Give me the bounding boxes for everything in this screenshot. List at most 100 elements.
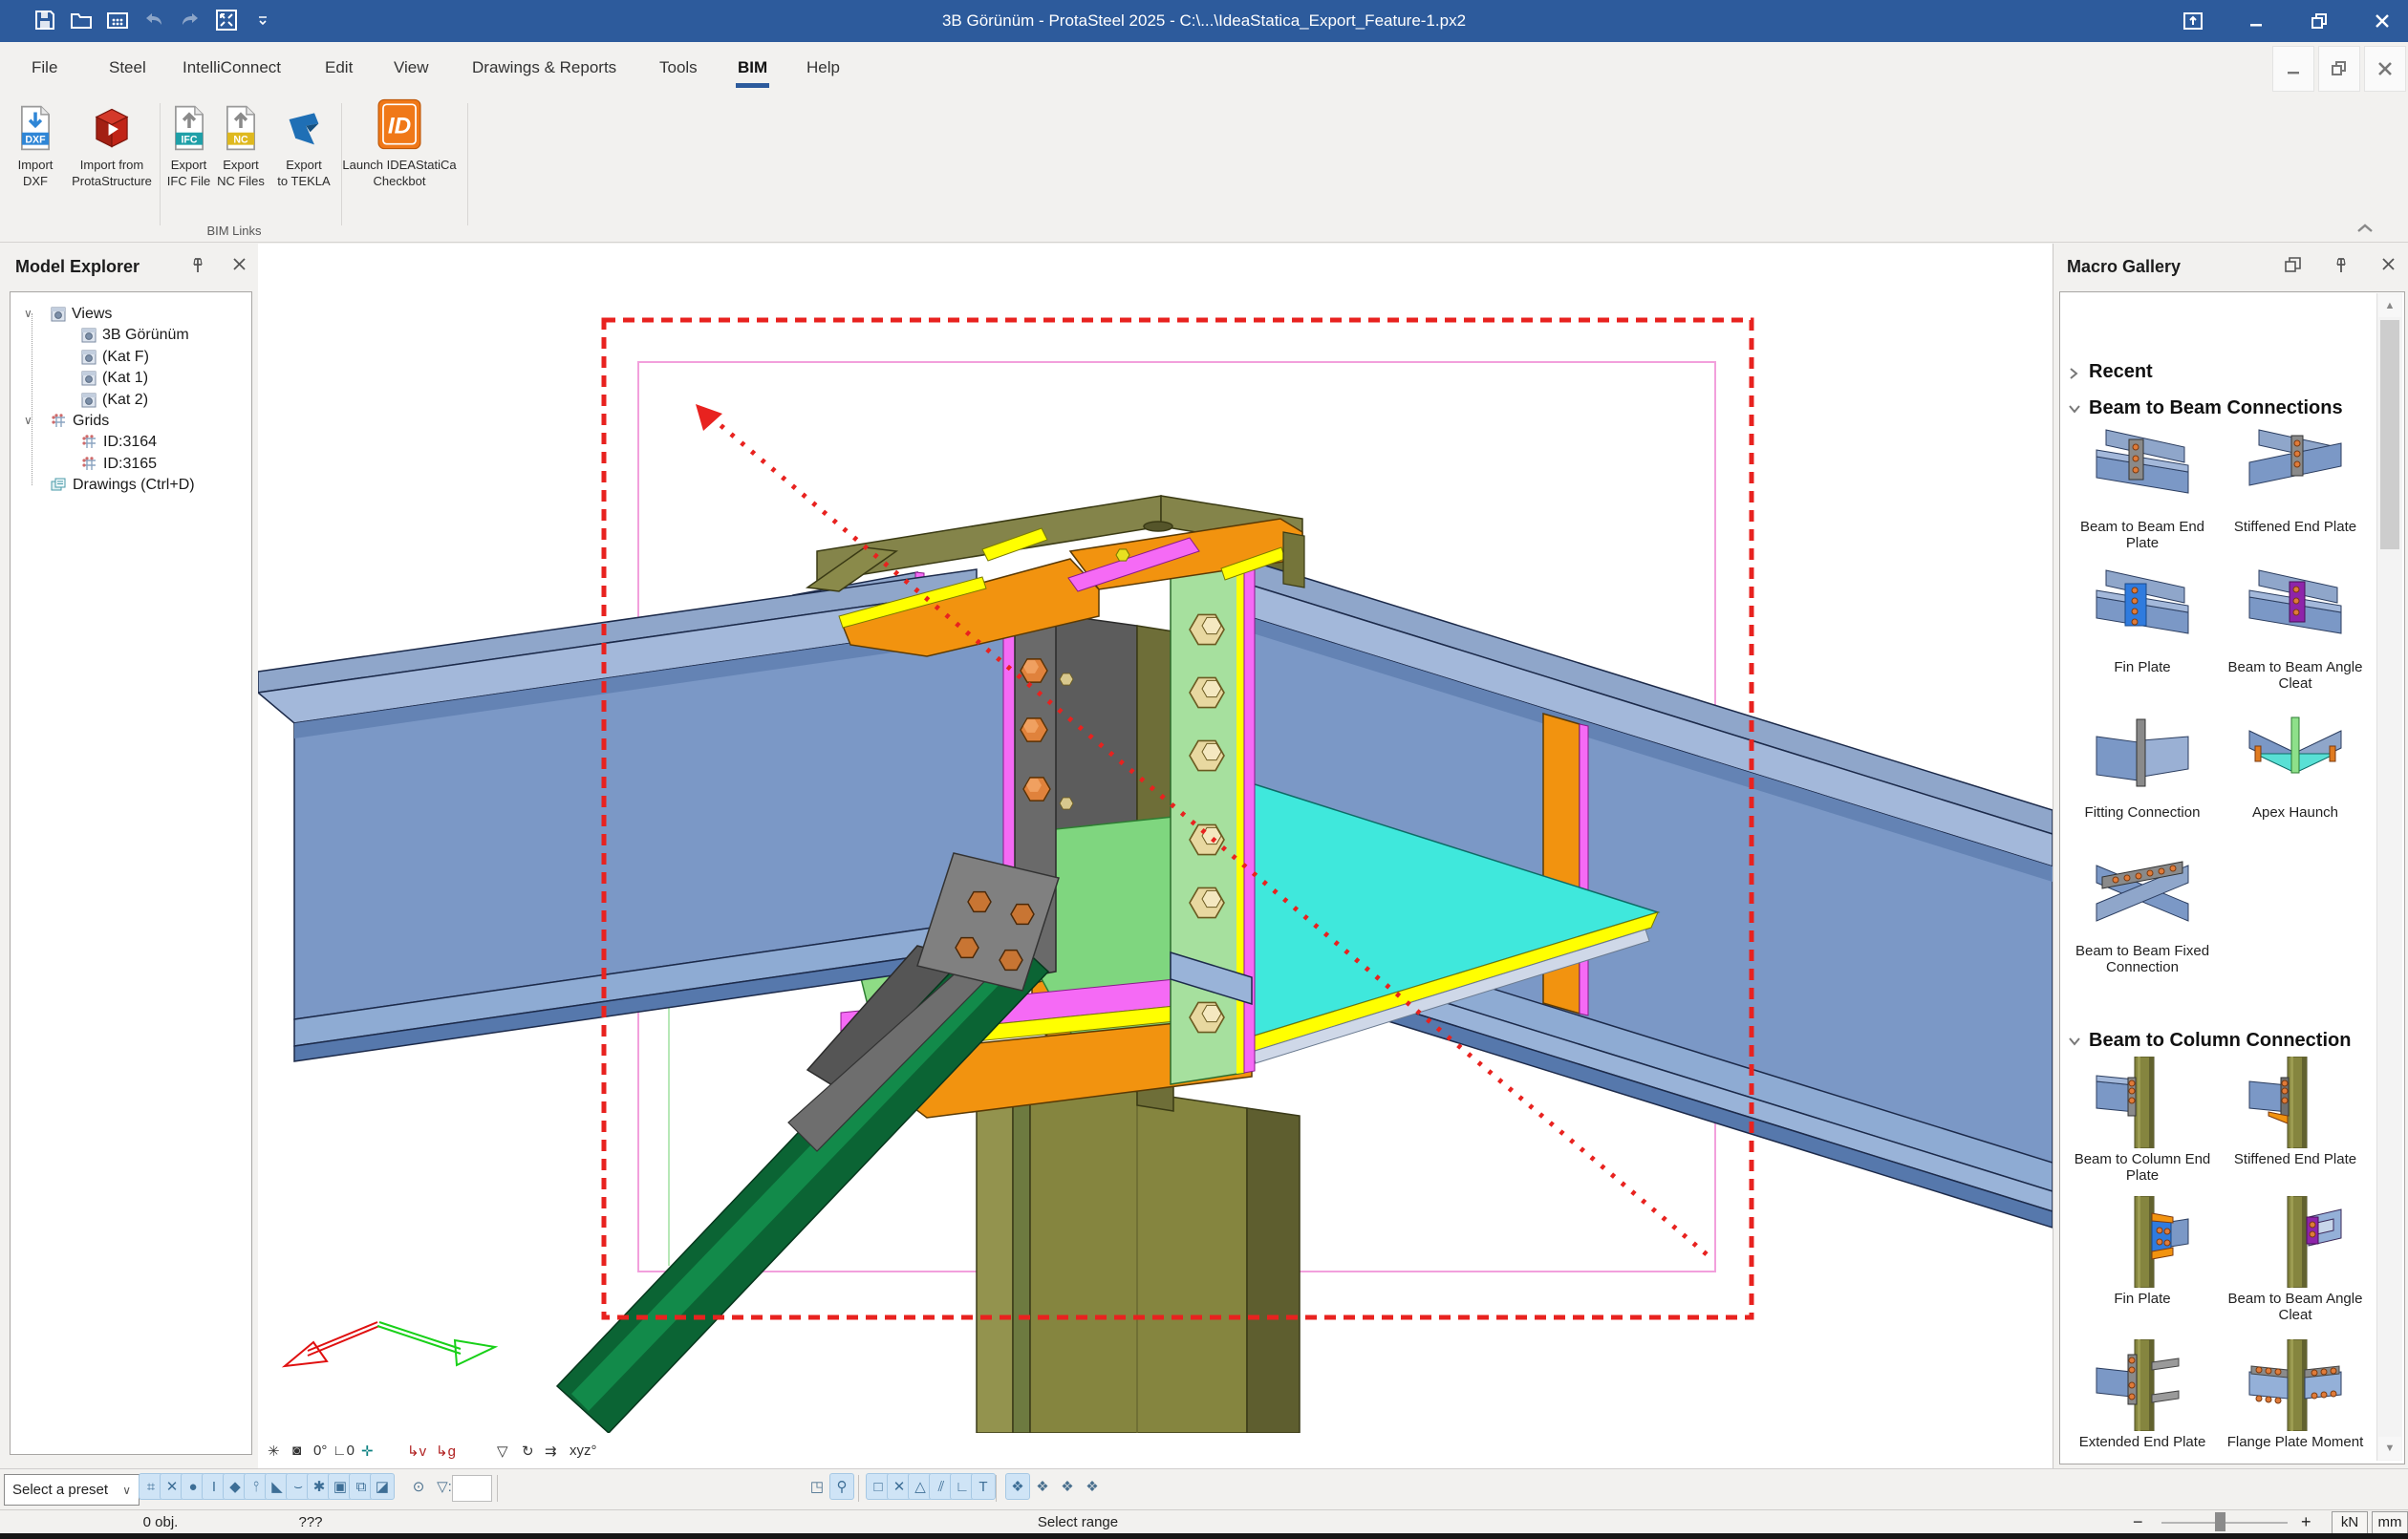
- gallery-item-bb-angle[interactable]: Beam to Beam Angle Cleat: [2221, 565, 2370, 692]
- menu-help[interactable]: Help: [803, 42, 844, 94]
- pin-icon[interactable]: [190, 257, 205, 274]
- viewport-3d[interactable]: ✳◙0°∟0✛↳v↳g▽↻⇉xyz°: [258, 244, 2053, 1468]
- scrollbar-thumb[interactable]: [2380, 320, 2399, 549]
- gallery-thumbnail: [2247, 565, 2343, 656]
- mdi-restore-icon[interactable]: [2318, 46, 2360, 92]
- tree-item-drawings-ctrl-d-[interactable]: Drawings (Ctrl+D): [51, 475, 195, 496]
- gallery-item-bc-stiff[interactable]: Stiffened End Plate: [2221, 1057, 2370, 1167]
- unit-length-button[interactable]: mm: [2372, 1511, 2408, 1534]
- status-bar: 0 obj. ??? Select range − + kN mm: [0, 1509, 2408, 1534]
- ifc-file-icon: IFC: [162, 101, 215, 151]
- ribbon-button-checkbot[interactable]: IDLaunch IDEAStatiCaCheckbot: [340, 101, 459, 189]
- chevron-right-icon[interactable]: [2068, 367, 2079, 380]
- global-axis-icon[interactable]: ↳g: [436, 1433, 456, 1468]
- gallery-item-apex[interactable]: Apex Haunch: [2221, 710, 2370, 821]
- gallery-item-bc-ext[interactable]: Extended End Plate: [2068, 1339, 2217, 1450]
- tree-item-id-3164[interactable]: ID:3164: [81, 432, 157, 453]
- scroll-up-icon[interactable]: ▲: [2378, 294, 2401, 317]
- gallery-item-bc-flange[interactable]: Flange Plate Moment: [2221, 1339, 2370, 1450]
- menu-intelliconnect[interactable]: IntelliConnect: [179, 42, 285, 94]
- tree-item--kat-1-[interactable]: (Kat 1): [81, 368, 148, 389]
- restore-icon[interactable]: [2307, 7, 2332, 35]
- tree-expander-icon[interactable]: ∨: [24, 307, 32, 320]
- tree-item--kat-2-[interactable]: (Kat 2): [81, 390, 148, 411]
- object-types-icon[interactable]: ◳: [805, 1473, 829, 1500]
- float-window-icon[interactable]: [2285, 257, 2301, 274]
- tree-item-id-3165[interactable]: ID:3165: [81, 454, 157, 475]
- menu-edit[interactable]: Edit: [321, 42, 356, 94]
- gallery-item-bb-fixed[interactable]: Beam to Beam Fixed Connection: [2068, 848, 2217, 975]
- menu-drawings-reports[interactable]: Drawings & Reports: [468, 42, 620, 94]
- ribbon-button-to-tekla[interactable]: Exportto TEKLA: [266, 101, 342, 189]
- tree-item--kat-f-[interactable]: (Kat F): [81, 347, 149, 368]
- snap-preset-4-icon[interactable]: ❖: [1080, 1473, 1105, 1500]
- gallery-thumbnail: [2247, 1339, 2343, 1431]
- gallery-section-beam-to-column[interactable]: Beam to Column Connection: [2089, 1030, 2351, 1052]
- pin-icon[interactable]: [2333, 257, 2349, 274]
- chevron-down-icon[interactable]: [2068, 403, 2081, 415]
- snap-node-icon[interactable]: ✛: [361, 1433, 374, 1468]
- ribbon-button-nc-files[interactable]: NCExportNC Files: [212, 101, 269, 189]
- unit-force-button[interactable]: kN: [2332, 1511, 2368, 1534]
- ribbon-button-protastructure[interactable]: Import fromProtaStructure: [61, 101, 162, 189]
- gallery-item-fitting[interactable]: Fitting Connection: [2068, 710, 2217, 821]
- close-icon[interactable]: [232, 257, 247, 274]
- scroll-down-icon[interactable]: ▼: [2378, 1437, 2401, 1460]
- solid-icon[interactable]: ◪: [370, 1473, 395, 1500]
- ribbon-panel-icon[interactable]: [2181, 7, 2205, 35]
- minimize-icon[interactable]: [2244, 7, 2268, 35]
- menu-view[interactable]: View: [390, 42, 433, 94]
- view-icon: [81, 371, 97, 386]
- show-icon[interactable]: ⊙: [406, 1473, 431, 1500]
- ribbon-button-dxf[interactable]: DXFImportDXF: [8, 101, 63, 189]
- gallery-section-beam-to-beam[interactable]: Beam to Beam Connections: [2089, 397, 2343, 419]
- snap-preset-3-icon[interactable]: ❖: [1055, 1473, 1080, 1500]
- macro-gallery-list: Recent Beam to Beam Connections Beam to …: [2059, 291, 2405, 1464]
- toolbar-value-box[interactable]: [452, 1475, 492, 1502]
- snap-preset-1-icon[interactable]: ❖: [1005, 1473, 1030, 1500]
- zoom-window-icon[interactable]: ◙: [292, 1433, 301, 1468]
- gallery-item-bb-fin[interactable]: Fin Plate: [2068, 565, 2217, 675]
- select-t-icon[interactable]: T: [971, 1473, 996, 1500]
- ribbon-collapse-icon[interactable]: [2356, 223, 2374, 234]
- filter-icon[interactable]: ▽: [497, 1433, 508, 1468]
- snap-preset-2-icon[interactable]: ❖: [1030, 1473, 1055, 1500]
- menu-file[interactable]: File: [28, 42, 61, 94]
- gallery-item-bc-end[interactable]: Beam to Column End Plate: [2068, 1057, 2217, 1184]
- zoom-slider[interactable]: − +: [2133, 1510, 2324, 1534]
- angle-zero-icon[interactable]: 0°: [313, 1433, 327, 1468]
- close-icon[interactable]: [2370, 7, 2395, 35]
- view-icon: [81, 393, 97, 408]
- tree-item-views[interactable]: Views: [51, 304, 112, 325]
- menu-tools[interactable]: Tools: [656, 42, 701, 94]
- preset-select[interactable]: Select a preset ∨: [4, 1474, 140, 1506]
- gallery-item-bc-angle[interactable]: Beam to Beam Angle Cleat: [2221, 1196, 2370, 1323]
- close-icon[interactable]: [2381, 257, 2396, 274]
- gallery-item-bb-end[interactable]: Beam to Beam End Plate: [2068, 424, 2217, 551]
- view-icon: [81, 350, 97, 365]
- mdi-close-icon[interactable]: [2364, 46, 2406, 92]
- chevron-down-icon[interactable]: [2068, 1036, 2081, 1047]
- tree-expander-icon[interactable]: ∨: [24, 414, 32, 427]
- rotate-view-icon[interactable]: ↻: [522, 1433, 534, 1468]
- pick-lock-icon[interactable]: ⚲: [829, 1473, 854, 1500]
- slider-handle[interactable]: [2215, 1512, 2225, 1531]
- menu-bar: File Steel IntelliConnect Edit View Drawings …: [0, 42, 2408, 94]
- zoom-in-icon[interactable]: +: [2301, 1510, 2311, 1534]
- view-axis-icon[interactable]: ↳v: [407, 1433, 426, 1468]
- menu-steel[interactable]: Steel: [105, 42, 150, 94]
- ortho-zero-icon[interactable]: ∟0: [333, 1433, 355, 1468]
- zoom-out-icon[interactable]: −: [2133, 1510, 2143, 1534]
- menu-bim[interactable]: BIM: [734, 42, 771, 94]
- snap-point-icon[interactable]: ✳: [268, 1433, 280, 1468]
- tree-item-grids[interactable]: Grids: [51, 411, 109, 432]
- move-view-icon[interactable]: ⇉: [545, 1433, 557, 1468]
- gallery-scrollbar[interactable]: ▲ ▼: [2376, 293, 2402, 1461]
- tree-item-3b-g-r-n-m[interactable]: 3B Görünüm: [81, 325, 189, 346]
- mdi-minimize-icon[interactable]: [2272, 46, 2314, 92]
- ribbon-button-ifc-file[interactable]: IFCExportIFC File: [162, 101, 215, 189]
- nc-file-icon: NC: [212, 101, 269, 151]
- gallery-section-recent[interactable]: Recent: [2089, 361, 2153, 383]
- gallery-item-bc-fin[interactable]: Fin Plate: [2068, 1196, 2217, 1307]
- gallery-item-bb-stiff[interactable]: Stiffened End Plate: [2221, 424, 2370, 535]
